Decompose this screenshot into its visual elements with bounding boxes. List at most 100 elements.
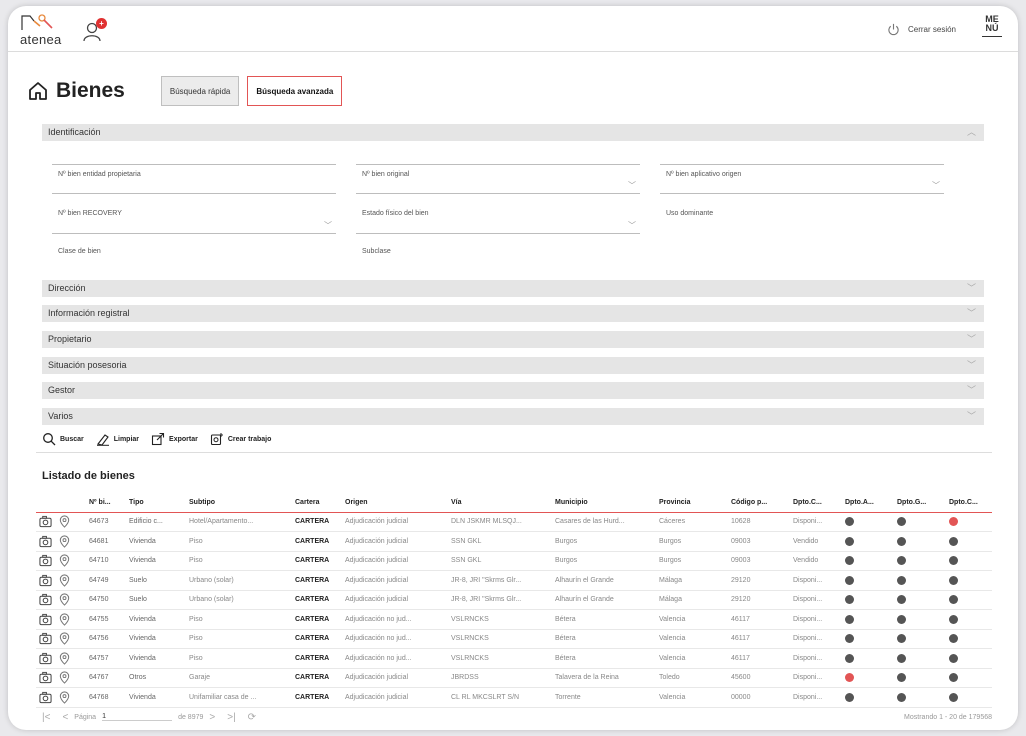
table-row[interactable]: 64710 Vivienda Piso CARTERA Adjudicación jud…	[36, 551, 992, 571]
last-page-icon[interactable]: >|	[227, 712, 235, 723]
location-pin-icon[interactable]	[58, 574, 71, 587]
cell-provincia: Valencia	[656, 609, 728, 630]
camera-icon[interactable]	[39, 691, 52, 704]
prev-page-icon[interactable]: <	[62, 712, 68, 723]
tab-advanced-search[interactable]: Búsqueda avanzada	[247, 76, 343, 106]
column-header-cartera[interactable]: Cartera	[292, 494, 342, 513]
field-n-bien-original[interactable]: Nº bien original ﹀	[356, 164, 640, 194]
chevron-down-icon: ﹀	[932, 181, 940, 190]
column-header-dpto-a[interactable]: Dpto.A...	[842, 494, 894, 513]
cell-via: VSLRNCKS	[448, 609, 552, 630]
camera-icon[interactable]	[39, 671, 52, 684]
section-propietario[interactable]: Propietario ﹀	[42, 331, 984, 348]
cell-num: 64757	[86, 648, 126, 669]
next-page-icon[interactable]: >	[209, 712, 215, 723]
camera-icon[interactable]	[39, 593, 52, 606]
pagination: |< < Página 1 de 8979 > >| ⟳ Mostrando 1…	[36, 710, 992, 724]
section-situacion-posesoria[interactable]: Situación posesoria ﹀	[42, 357, 984, 374]
menu-button[interactable]: ME NÚ	[982, 15, 1002, 37]
tab-quick-search[interactable]: Búsqueda rápida	[160, 76, 240, 106]
section-title: Gestor	[48, 385, 76, 395]
page-input[interactable]: 1	[102, 713, 173, 721]
column-header-provincia[interactable]: Provincia	[656, 494, 728, 513]
section-title: Información registral	[48, 308, 130, 318]
chevron-up-icon: ︿	[966, 127, 976, 137]
table-row[interactable]: 64750 Suelo Urbano (solar) CARTERA Adjudicac…	[36, 590, 992, 610]
section-gestor[interactable]: Gestor ﹀	[42, 382, 984, 399]
column-header-origen[interactable]: Origen	[342, 494, 448, 513]
camera-icon[interactable]	[39, 613, 52, 626]
section-varios[interactable]: Varios ﹀	[42, 408, 984, 425]
cell-provincia: Valencia	[656, 648, 728, 669]
camera-icon[interactable]	[39, 515, 52, 528]
location-pin-icon[interactable]	[58, 593, 71, 607]
column-header-dpto-c2[interactable]: Dpto.C...	[946, 494, 992, 513]
location-pin-icon[interactable]	[58, 632, 71, 646]
cell-cartera: CARTERA	[292, 570, 342, 591]
field-n-bien-recovery[interactable]: Nº bien RECOVERY ﹀	[52, 204, 336, 234]
notification-badge[interactable]: +	[96, 18, 107, 29]
section-title: Situación posesoria	[48, 360, 127, 370]
camera-icon[interactable]	[39, 554, 52, 567]
column-header-via[interactable]: Vía	[448, 494, 552, 513]
section-direccion[interactable]: Dirección ﹀	[42, 280, 984, 297]
location-pin-icon[interactable]	[58, 613, 71, 626]
table-row[interactable]: 64749 Suelo Urbano (solar) CARTERA Adjudicac…	[36, 570, 992, 591]
camera-icon[interactable]	[39, 535, 52, 548]
location-pin-icon[interactable]	[58, 691, 71, 704]
refresh-icon[interactable]: ⟳	[248, 712, 256, 723]
camera-icon[interactable]	[39, 574, 52, 587]
column-header-codigo-postal[interactable]: Código p...	[728, 494, 790, 513]
column-header-tipo[interactable]: Tipo	[126, 494, 186, 513]
cell-d1	[842, 512, 894, 532]
cell-cartera: CARTERA	[292, 512, 342, 532]
column-header-subtipo[interactable]: Subtipo	[186, 494, 292, 513]
export-button[interactable]: Exportar	[151, 432, 198, 446]
cell-subtipo: Piso	[186, 531, 292, 552]
field-estado-fisico[interactable]: Estado físico del bien ﹀	[356, 204, 640, 234]
column-header-municipio[interactable]: Municipio	[552, 494, 656, 513]
field-clase-de-bien[interactable]: Clase de bien	[52, 242, 336, 272]
status-dot	[845, 536, 854, 546]
location-pin-icon[interactable]	[58, 652, 71, 665]
table-row[interactable]: 64673 Edificio c... Hotel/Apartamento... CA…	[36, 512, 992, 532]
create-job-button[interactable]: Crear trabajo	[210, 432, 271, 446]
chevron-down-icon: ﹀	[324, 221, 332, 230]
table-row[interactable]: 64757 Vivienda Piso CARTERA Adjudicación no …	[36, 648, 992, 669]
table-row[interactable]: 64767 Otros Garaje CARTERA Adjudicación judi…	[36, 668, 992, 688]
field-n-bien-entidad[interactable]: Nº bien entidad propietaria	[52, 164, 336, 194]
row-actions	[36, 531, 86, 552]
table-row[interactable]: 64756 Vivienda Piso CARTERA Adjudicación no …	[36, 629, 992, 649]
location-pin-icon[interactable]	[58, 515, 71, 529]
column-header-actions	[36, 494, 86, 513]
menu-label-bottom: NÚ	[985, 23, 999, 33]
section-informacion-registral[interactable]: Información registral ﹀	[42, 305, 984, 322]
location-pin-icon[interactable]	[58, 535, 71, 548]
cell-cartera: CARTERA	[292, 551, 342, 571]
location-pin-icon[interactable]	[58, 671, 71, 685]
field-uso-dominante[interactable]: Uso dominante	[660, 204, 944, 234]
field-subclase[interactable]: Subclase	[356, 242, 640, 272]
table-row[interactable]: 64768 Vivienda Unifamiliar casa de ... CART…	[36, 687, 992, 708]
camera-icon[interactable]	[39, 652, 52, 665]
section-identificacion[interactable]: Identificación ︿	[42, 124, 984, 141]
cell-d2	[894, 512, 946, 532]
field-n-bien-aplicativo[interactable]: Nº bien aplicativo origen ﹀	[660, 164, 944, 194]
row-action-icons	[39, 613, 83, 626]
camera-icon[interactable]	[39, 632, 52, 645]
status-dot	[845, 634, 854, 644]
create-job-icon	[210, 433, 223, 446]
cell-estado: Disponi...	[790, 590, 842, 610]
logout-button[interactable]: Cerrar sesión	[887, 23, 956, 36]
location-pin-icon[interactable]	[58, 554, 71, 568]
status-dot	[897, 556, 906, 566]
first-page-icon[interactable]: |<	[42, 712, 50, 723]
column-header-dpto-c[interactable]: Dpto.C...	[790, 494, 842, 513]
column-header-num[interactable]: Nº bi...	[86, 494, 126, 513]
search-button[interactable]: Buscar	[42, 432, 84, 446]
atenea-logo[interactable]: atenea	[18, 12, 68, 48]
table-row[interactable]: 64681 Vivienda Piso CARTERA Adjudicación jud…	[36, 531, 992, 552]
table-row[interactable]: 64755 Vivienda Piso CARTERA Adjudicación no …	[36, 609, 992, 630]
clear-button[interactable]: Limpiar	[96, 432, 139, 446]
column-header-dpto-g[interactable]: Dpto.G...	[894, 494, 946, 513]
